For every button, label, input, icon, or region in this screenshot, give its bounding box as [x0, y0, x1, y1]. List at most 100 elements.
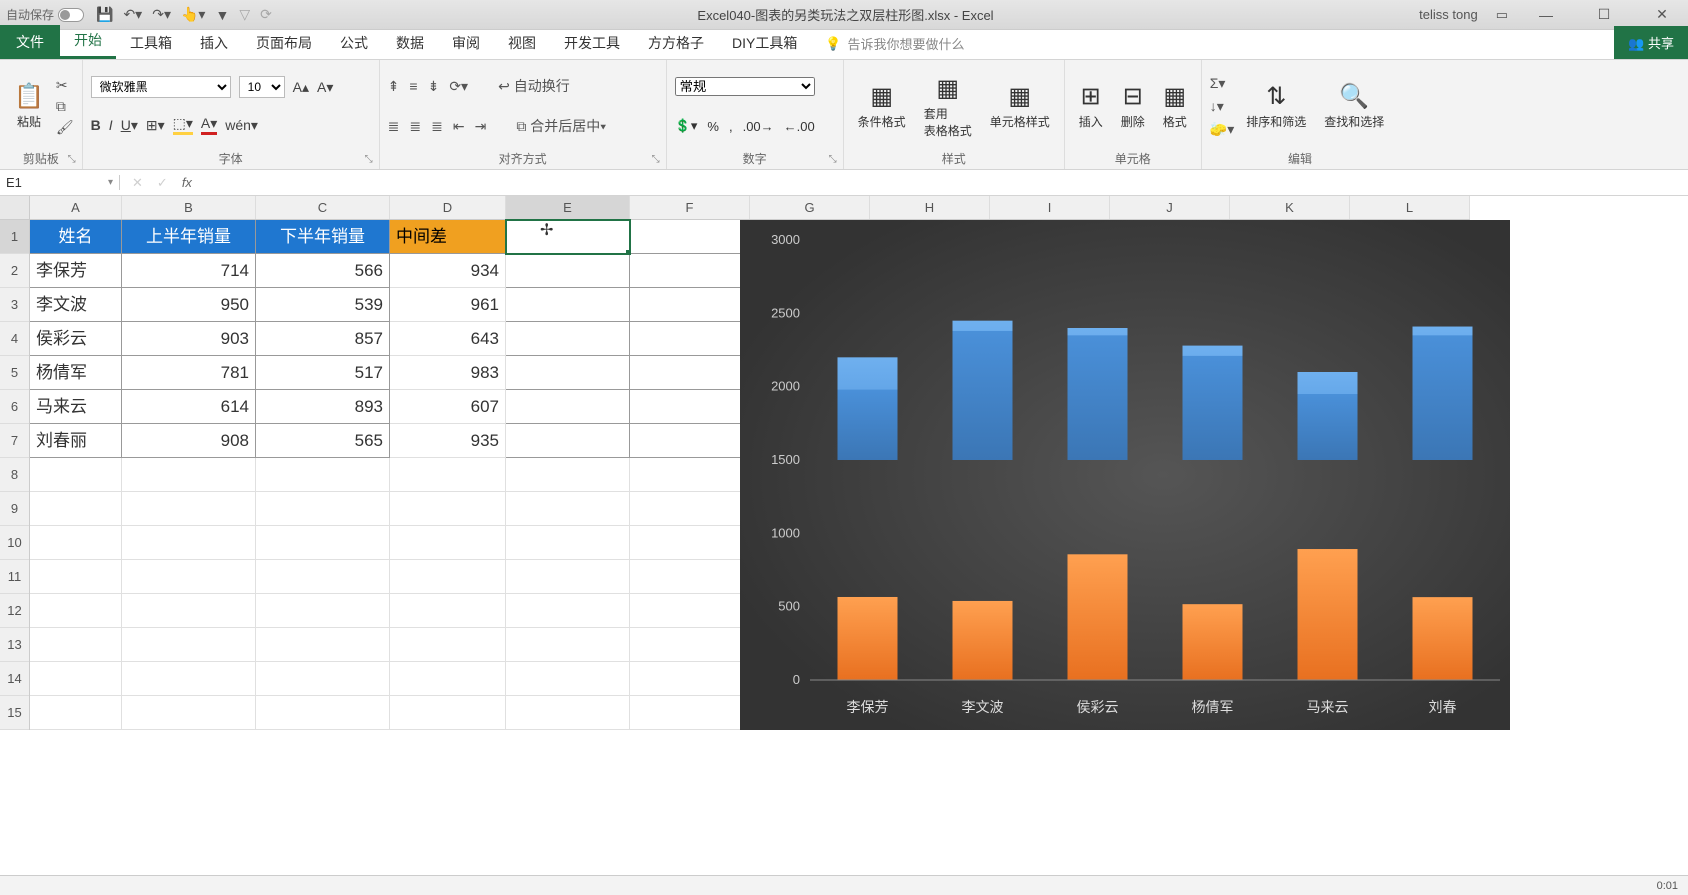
row-header-13[interactable]: 13	[0, 628, 29, 662]
cell-B3[interactable]: 950	[122, 288, 256, 322]
cell-D13[interactable]	[390, 628, 506, 662]
cell-C7[interactable]: 565	[256, 424, 390, 458]
autosave-toggle[interactable]: 自动保存	[6, 6, 84, 23]
fill-icon[interactable]: ↓▾	[1210, 98, 1234, 115]
cell-F5[interactable]	[630, 356, 750, 390]
percent-format-icon[interactable]: %	[707, 119, 719, 134]
cell-F9[interactable]	[630, 492, 750, 526]
cell-F6[interactable]	[630, 390, 750, 424]
cut-icon[interactable]: ✂	[56, 77, 74, 94]
cell-B13[interactable]	[122, 628, 256, 662]
cell-A13[interactable]	[30, 628, 122, 662]
format-cells-button[interactable]: ▦格式	[1157, 80, 1193, 132]
cell-C5[interactable]: 517	[256, 356, 390, 390]
row-header-15[interactable]: 15	[0, 696, 29, 730]
cell-F13[interactable]	[630, 628, 750, 662]
user-name[interactable]: teliss tong	[1419, 7, 1478, 22]
refresh-icon[interactable]: ⟳	[260, 6, 272, 23]
increase-decimal-icon[interactable]: .00→	[743, 119, 774, 134]
cell-C10[interactable]	[256, 526, 390, 560]
row-header-8[interactable]: 8	[0, 458, 29, 492]
decrease-font-icon[interactable]: A▾	[317, 79, 333, 96]
phonetic-button[interactable]: wén▾	[225, 117, 258, 134]
redo-icon[interactable]: ↷▾	[152, 6, 171, 23]
touch-icon[interactable]: 👆▾	[181, 6, 205, 23]
col-header-F[interactable]: F	[630, 196, 750, 219]
tab-pagelayout[interactable]: 页面布局	[242, 27, 326, 59]
maximize-button[interactable]: ☐	[1584, 6, 1624, 23]
decrease-indent-icon[interactable]: ⇤	[453, 118, 465, 135]
cell-B8[interactable]	[122, 458, 256, 492]
cell-D4[interactable]: 643	[390, 322, 506, 356]
minimize-button[interactable]: —	[1526, 7, 1566, 23]
cell-F10[interactable]	[630, 526, 750, 560]
cell-B7[interactable]: 908	[122, 424, 256, 458]
find-select-button[interactable]: 🔍查找和选择	[1318, 80, 1390, 132]
col-header-H[interactable]: H	[870, 196, 990, 219]
fx-icon[interactable]: fx	[182, 175, 192, 190]
cell-F14[interactable]	[630, 662, 750, 696]
align-top-icon[interactable]: ⇞	[388, 78, 400, 95]
cell-F4[interactable]	[630, 322, 750, 356]
dialog-launcher-icon[interactable]: ⤡	[652, 154, 660, 165]
row-header-11[interactable]: 11	[0, 560, 29, 594]
save-icon[interactable]: 💾	[96, 6, 113, 23]
col-header-K[interactable]: K	[1230, 196, 1350, 219]
number-format-combo[interactable]: 常规	[675, 77, 815, 96]
cell-F15[interactable]	[630, 696, 750, 730]
cell-C8[interactable]	[256, 458, 390, 492]
cell-B2[interactable]: 714	[122, 254, 256, 288]
cell-C1[interactable]: 下半年销量	[256, 220, 390, 254]
cell-C2[interactable]: 566	[256, 254, 390, 288]
delete-cells-button[interactable]: ⊟删除	[1115, 80, 1151, 132]
cell-C11[interactable]	[256, 560, 390, 594]
dialog-launcher-icon[interactable]: ⤡	[365, 154, 373, 165]
share-button[interactable]: 👥 共享	[1614, 26, 1688, 59]
sort-filter-button[interactable]: ⇅排序和筛选	[1240, 80, 1312, 132]
format-painter-icon[interactable]: 🖌	[56, 119, 74, 136]
row-header-6[interactable]: 6	[0, 390, 29, 424]
worksheet-grid[interactable]: ABCDEFGHIJKL 123456789101112131415 姓名上半年…	[0, 196, 1688, 875]
cell-E9[interactable]	[506, 492, 630, 526]
row-header-12[interactable]: 12	[0, 594, 29, 628]
cell-C15[interactable]	[256, 696, 390, 730]
italic-button[interactable]: I	[109, 117, 113, 133]
merge-center-button[interactable]: ⧉ 合并后居中▾	[516, 116, 606, 136]
cell-A2[interactable]: 李保芳	[30, 254, 122, 288]
tab-view[interactable]: 视图	[494, 27, 550, 59]
paste-button[interactable]: 📋粘贴	[8, 80, 50, 132]
cell-B11[interactable]	[122, 560, 256, 594]
select-all-corner[interactable]	[0, 196, 30, 219]
font-name-combo[interactable]: 微软雅黑	[91, 76, 231, 98]
tab-insert[interactable]: 插入	[186, 27, 242, 59]
underline-button[interactable]: U▾	[121, 117, 138, 134]
tab-fanggezi[interactable]: 方方格子	[634, 27, 718, 59]
cell-E4[interactable]	[506, 322, 630, 356]
tab-data[interactable]: 数据	[382, 27, 438, 59]
col-header-L[interactable]: L	[1350, 196, 1470, 219]
clear-icon[interactable]: 🧽▾	[1210, 121, 1234, 138]
tell-me-search[interactable]: 💡 告诉我你想要做什么	[819, 28, 970, 59]
cell-D15[interactable]	[390, 696, 506, 730]
row-header-2[interactable]: 2	[0, 254, 29, 288]
border-button[interactable]: ⊞▾	[146, 117, 165, 134]
cell-F12[interactable]	[630, 594, 750, 628]
cell-B5[interactable]: 781	[122, 356, 256, 390]
cell-C3[interactable]: 539	[256, 288, 390, 322]
col-header-J[interactable]: J	[1110, 196, 1230, 219]
cell-C9[interactable]	[256, 492, 390, 526]
row-header-7[interactable]: 7	[0, 424, 29, 458]
increase-indent-icon[interactable]: ⇥	[475, 118, 487, 135]
cell-A7[interactable]: 刘春丽	[30, 424, 122, 458]
cell-C12[interactable]	[256, 594, 390, 628]
cell-A8[interactable]	[30, 458, 122, 492]
cell-C13[interactable]	[256, 628, 390, 662]
tab-developer[interactable]: 开发工具	[550, 27, 634, 59]
autosum-icon[interactable]: Σ▾	[1210, 75, 1234, 92]
cell-D7[interactable]: 935	[390, 424, 506, 458]
col-header-C[interactable]: C	[256, 196, 390, 219]
cell-F8[interactable]	[630, 458, 750, 492]
align-left-icon[interactable]: ≣	[388, 118, 400, 135]
align-middle-icon[interactable]: ≡	[409, 78, 417, 94]
fill-color-button[interactable]: ⬚▾	[173, 115, 193, 135]
